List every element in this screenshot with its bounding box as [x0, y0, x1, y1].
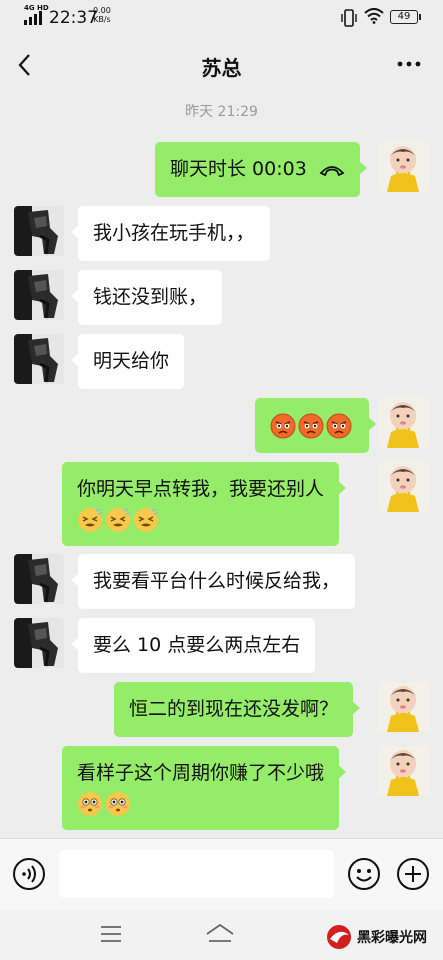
smiley-icon[interactable]: [347, 857, 381, 891]
my-avatar[interactable]: [379, 398, 429, 448]
message-bubble-out[interactable]: 聊天时长 00:03: [155, 142, 367, 197]
wifi-icon: [364, 8, 384, 24]
network-speed-unit: KB/s: [93, 15, 111, 24]
vibrate-icon: [341, 9, 357, 27]
contact-avatar[interactable]: [14, 554, 64, 604]
frustrated-face-emoji: [133, 507, 159, 533]
watermark-logo-icon: [327, 925, 351, 949]
message-bubble-out[interactable]: 看样子这个周期你赚了不少哦: [62, 746, 347, 830]
message-text: 聊天时长 00:03: [170, 158, 307, 180]
more-dots-icon[interactable]: [394, 52, 424, 76]
message-bubble-out[interactable]: 恒二的到现在还没发啊？: [114, 682, 361, 737]
message-text: 明天给你: [93, 350, 170, 372]
contact-avatar[interactable]: [14, 618, 64, 668]
input-bar: [0, 838, 443, 910]
angry-face-emoji: [326, 413, 352, 439]
message-text: 你明天早点转我，我要还别人: [77, 478, 325, 500]
voice-icon[interactable]: [12, 857, 46, 891]
my-avatar[interactable]: [379, 746, 429, 796]
message-text: 看样子这个周期你赚了不少哦: [77, 762, 325, 784]
message-bubble-in[interactable]: 我要看平台什么时候反给我，: [70, 554, 356, 609]
message-text: 钱还没到账，: [93, 286, 208, 308]
message-bubble-in[interactable]: 我小孩在玩手机，，: [71, 206, 270, 261]
status-time: 22:37: [49, 8, 98, 28]
watermark: 黑彩曝光网: [325, 920, 427, 954]
message-bubble-in[interactable]: 明天给你: [70, 334, 185, 389]
network-speed: 0.00 KB/s: [93, 6, 111, 24]
message-text: 我小孩在玩手机，，: [93, 222, 255, 244]
contact-avatar[interactable]: [14, 270, 64, 320]
message-bubble-out[interactable]: 你明天早点转我，我要还别人: [62, 462, 347, 546]
frustrated-face-emoji: [105, 507, 131, 533]
status-bar: 4G HD 22:37 0.00 KB/s 49: [0, 0, 443, 34]
network-speed-value: 0.00: [93, 6, 111, 15]
frustrated-face-emoji: [77, 507, 103, 533]
my-avatar[interactable]: [379, 142, 429, 192]
flushed-face-emoji: [105, 791, 131, 817]
signal-icon: [24, 11, 42, 25]
my-avatar[interactable]: [379, 462, 429, 512]
battery-indicator: 49: [390, 10, 421, 24]
message-text: 要么 10 点要么两点左右: [93, 634, 301, 656]
menu-icon[interactable]: [100, 924, 122, 944]
chat-area[interactable]: 昨天 21:29 聊天时长 00:03 我小孩在玩手机，， 钱还没到账， 明天给…: [0, 96, 443, 838]
angry-face-emoji: [270, 413, 296, 439]
flushed-face-emoji: [77, 791, 103, 817]
plus-icon[interactable]: [396, 857, 430, 891]
message-bubble-in[interactable]: 钱还没到账，: [70, 270, 223, 325]
chat-title: 苏总: [201, 56, 242, 80]
phone-hangup-icon: [319, 165, 345, 176]
watermark-text: 黑彩曝光网: [357, 930, 427, 946]
contact-avatar[interactable]: [14, 206, 64, 256]
home-icon[interactable]: [205, 922, 235, 944]
message-input[interactable]: [59, 850, 334, 898]
my-avatar[interactable]: [379, 682, 429, 732]
angry-face-emoji: [298, 413, 324, 439]
chat-header: 苏总: [0, 34, 443, 96]
contact-avatar[interactable]: [14, 334, 64, 384]
message-bubble-in[interactable]: 要么 10 点要么两点左右: [70, 618, 316, 673]
message-text: 恒二的到现在还没发啊？: [129, 698, 339, 720]
message-bubble-out[interactable]: [255, 398, 376, 453]
chat-timestamp: 昨天 21:29: [185, 104, 258, 120]
message-text: 我要看平台什么时候反给我，: [93, 570, 341, 592]
